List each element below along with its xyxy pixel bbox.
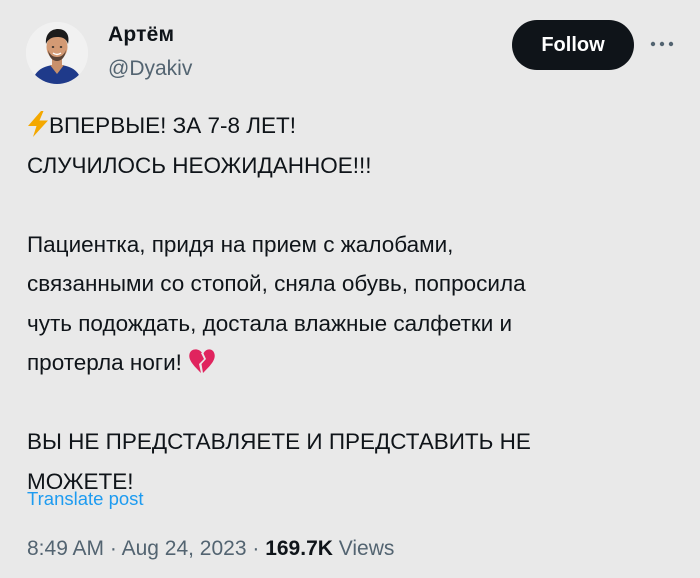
- tweet-line-text: протерла ноги!: [27, 350, 182, 375]
- avatar[interactable]: [26, 22, 88, 84]
- more-options-button[interactable]: [648, 32, 676, 56]
- person-avatar-icon: [26, 22, 88, 84]
- tweet-line: ВПЕРВЫЕ! ЗА 7-8 ЛЕТ!: [27, 106, 677, 146]
- more-dots-icon: [650, 41, 674, 47]
- views-label: Views: [332, 537, 395, 560]
- tweet-card: Артём @Dyakiv Follow ВПЕРВЫЕ! ЗА 7-8 ЛЕТ…: [0, 0, 700, 578]
- meta-separator: ·: [104, 537, 122, 560]
- translate-post-link[interactable]: Translate post: [27, 488, 144, 510]
- tweet-line: связанными со стопой, сняла обувь, попро…: [27, 271, 526, 296]
- meta-separator: ·: [246, 537, 266, 560]
- tweet-text: ВПЕРВЫЕ! ЗА 7-8 ЛЕТ! СЛУЧИЛОСЬ НЕОЖИДАНН…: [27, 106, 677, 501]
- tweet-line: протерла ноги!: [27, 343, 677, 383]
- author-name[interactable]: Артём: [108, 23, 174, 47]
- tweet-line-text: ВПЕРВЫЕ! ЗА 7-8 ЛЕТ!: [49, 113, 297, 138]
- tweet-line: ВЫ НЕ ПРЕДСТАВЛЯЕТЕ И ПРЕДСТАВИТЬ НЕ: [27, 429, 531, 454]
- tweet-meta: 8:49 AM · Aug 24, 2023 · 169.7K Views: [27, 537, 394, 561]
- broken-heart-emoji-icon: [188, 347, 216, 387]
- author-handle[interactable]: @Dyakiv: [108, 57, 192, 81]
- tweet-line: СЛУЧИЛОСЬ НЕОЖИДАННОЕ!!!: [27, 152, 372, 178]
- follow-button[interactable]: Follow: [512, 20, 634, 70]
- tweet-line: чуть подождать, достала влажные салфетки…: [27, 310, 513, 336]
- tweet-time[interactable]: 8:49 AM: [27, 537, 104, 560]
- tweet-date[interactable]: Aug 24, 2023: [122, 537, 247, 560]
- tweet-line: Пациентка, придя на прием с жалобами,: [27, 231, 454, 257]
- views-count[interactable]: 169.7K: [265, 537, 333, 560]
- high-voltage-emoji-icon: [27, 110, 49, 150]
